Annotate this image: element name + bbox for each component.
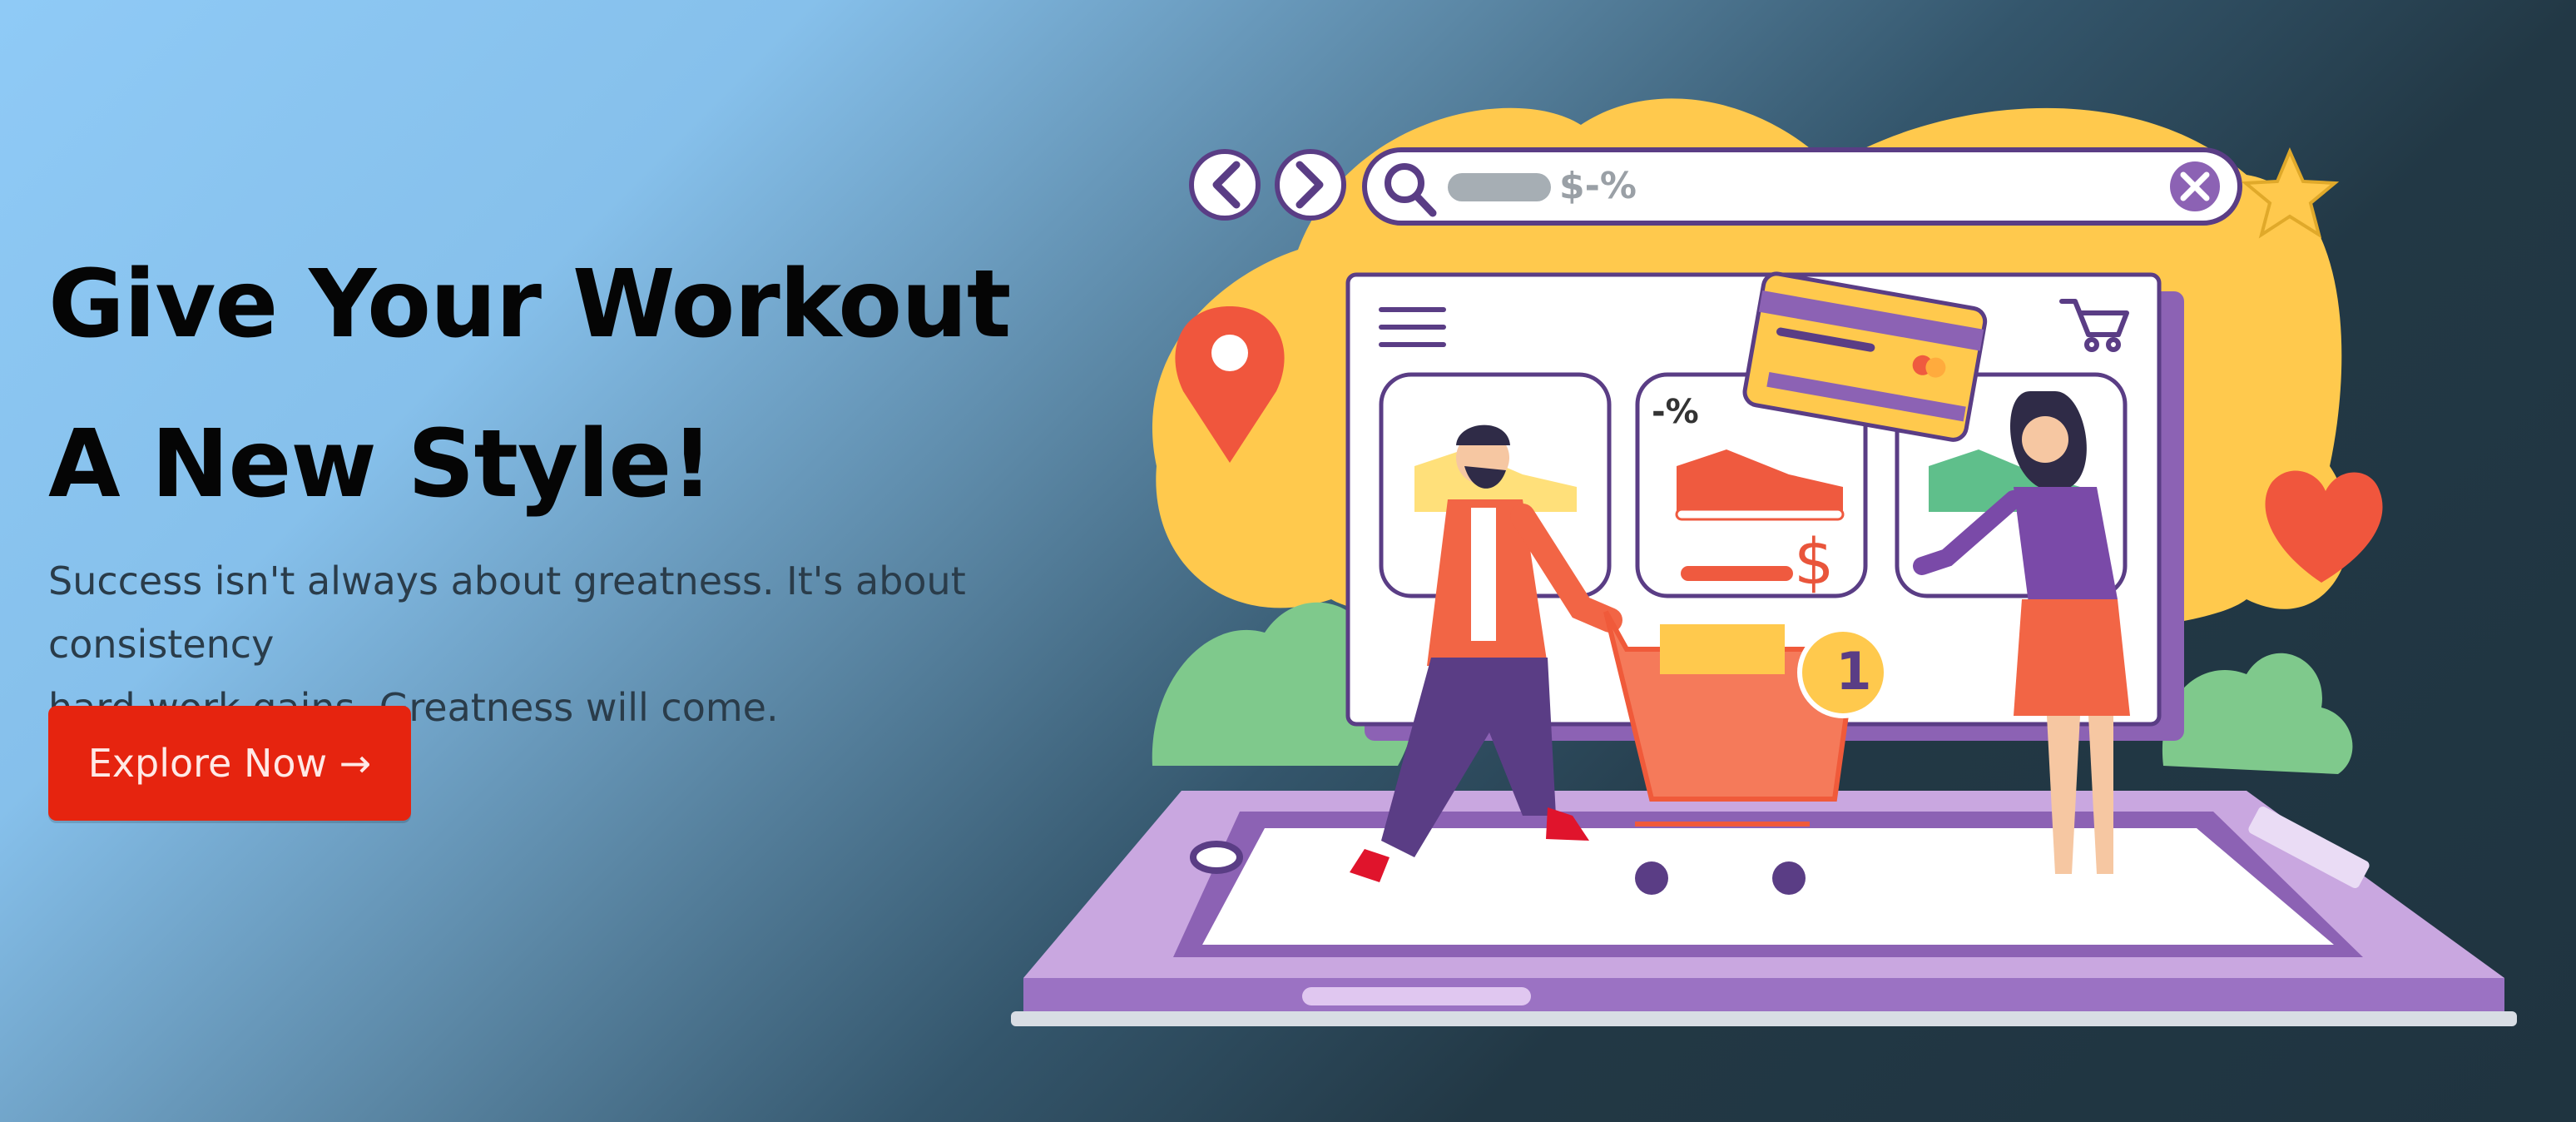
shopping-illustration (1011, 98, 2517, 1026)
hero-title-line2: A New Style! (48, 410, 713, 519)
trackpad (1302, 987, 1531, 1005)
hero-subtitle-line1: Success isn't always about greatness. It… (48, 559, 966, 667)
price-symbol: $ (1794, 524, 1835, 598)
clear-icon (2170, 161, 2220, 211)
cart-badge-count: 1 (1835, 641, 1872, 702)
hero-title-line1: Give Your Workout (48, 251, 1011, 359)
hero-text: Give Your Workout A New Style! Success i… (48, 225, 1130, 739)
laptop-edge (1023, 978, 2504, 1011)
laptop-shadow (1011, 1011, 2517, 1026)
camera-dot (1190, 841, 1243, 874)
forward-arrow-icon (1275, 149, 1346, 221)
explore-now-button[interactable]: Explore Now → (48, 706, 411, 821)
right-plant (2162, 653, 2353, 774)
back-arrow-icon (1189, 149, 1261, 221)
price-bar (1681, 566, 1793, 581)
search-query-text: $-% (1559, 165, 1637, 207)
sneaker-sole (1675, 508, 1845, 521)
laptop-screen (1202, 828, 2334, 945)
discount-label: -% (1652, 393, 1699, 431)
hero-title: Give Your Workout A New Style! (48, 225, 1130, 544)
search-placeholder-pill (1448, 173, 1551, 201)
